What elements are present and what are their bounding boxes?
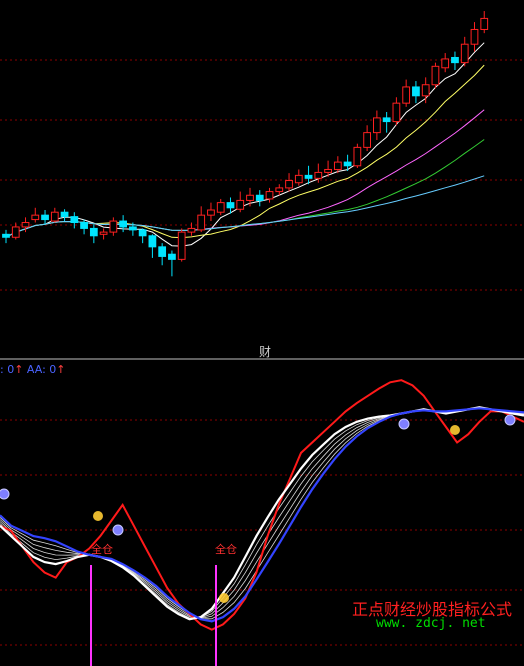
indicator-line bbox=[0, 407, 524, 623]
candle-body bbox=[353, 146, 362, 167]
candle-body bbox=[60, 211, 69, 218]
candle-body bbox=[31, 214, 40, 221]
candle-body bbox=[246, 194, 254, 201]
candle-body bbox=[2, 233, 10, 238]
candle-body bbox=[138, 229, 147, 237]
candle-body bbox=[304, 174, 313, 179]
moving-average-lines bbox=[5, 42, 485, 247]
indicator-header-2: AA: 0 bbox=[26, 363, 57, 376]
fan-line bbox=[0, 407, 524, 619]
candle-body bbox=[314, 171, 323, 179]
candlesticks bbox=[2, 11, 489, 277]
candle-body bbox=[216, 202, 225, 213]
candle-body bbox=[324, 168, 332, 173]
candle-body bbox=[187, 227, 196, 233]
candle-body bbox=[41, 214, 49, 221]
candle-body bbox=[255, 194, 264, 201]
fan-line bbox=[0, 406, 524, 619]
candle-body bbox=[363, 132, 371, 148]
candle-body bbox=[99, 231, 108, 235]
candle-body bbox=[460, 43, 469, 64]
candle-body bbox=[70, 216, 79, 224]
watermark-url: www. zdcj. net bbox=[376, 616, 486, 631]
cross-marker bbox=[0, 488, 10, 500]
candle-body bbox=[275, 187, 284, 193]
candle-body bbox=[421, 84, 430, 97]
candle-body bbox=[21, 222, 30, 228]
candle-body bbox=[285, 180, 293, 189]
star-marker bbox=[93, 511, 103, 521]
chart-canvas bbox=[0, 11, 524, 666]
candle-body bbox=[402, 86, 411, 104]
cross-marker bbox=[504, 414, 516, 426]
candle-body bbox=[294, 174, 303, 184]
candle-body bbox=[109, 220, 118, 233]
indicator-arrow-2: ↑ bbox=[56, 363, 66, 376]
cross-marker bbox=[398, 418, 410, 430]
candle-body bbox=[207, 209, 215, 216]
indicator-header-1: : 0 bbox=[0, 363, 15, 376]
candle-body bbox=[333, 161, 342, 170]
candle-body bbox=[11, 226, 20, 238]
candle-body bbox=[265, 191, 274, 200]
ma-line bbox=[5, 42, 485, 247]
star-marker bbox=[450, 425, 460, 435]
star-marker bbox=[219, 593, 229, 603]
cross-marker bbox=[112, 524, 124, 536]
candle-body bbox=[382, 117, 391, 123]
candle-body bbox=[441, 58, 450, 69]
price-grid bbox=[0, 59, 524, 291]
signal-label-2: 全仓 bbox=[215, 543, 237, 556]
indicator-header: : 0↑ AA: 0↑ bbox=[0, 363, 66, 376]
candle-body bbox=[480, 17, 489, 30]
candle-body bbox=[236, 199, 245, 210]
candle-body bbox=[226, 202, 235, 209]
candle-body bbox=[89, 227, 98, 237]
fan-line bbox=[0, 407, 524, 620]
candle-body bbox=[119, 220, 127, 228]
candle-body bbox=[197, 214, 206, 231]
candle-body bbox=[80, 222, 88, 229]
candle-body bbox=[158, 246, 167, 257]
candle-body bbox=[392, 102, 401, 123]
center-mark: 财 bbox=[259, 345, 272, 359]
candle-body bbox=[470, 28, 479, 45]
indicator-line bbox=[0, 406, 524, 621]
candle-body bbox=[168, 253, 176, 260]
signal-label-1: 全仓 bbox=[91, 543, 113, 556]
candle-body bbox=[148, 235, 157, 248]
candle-body bbox=[451, 56, 459, 64]
indicator-arrow-1: ↑ bbox=[14, 363, 24, 376]
candle-body bbox=[129, 226, 137, 231]
candle-body bbox=[177, 231, 186, 260]
candle-body bbox=[431, 65, 440, 86]
candle-body bbox=[343, 161, 352, 167]
fan-line bbox=[0, 407, 524, 619]
candle-body bbox=[412, 86, 420, 97]
candle-body bbox=[50, 211, 59, 222]
candle-body bbox=[373, 117, 381, 134]
